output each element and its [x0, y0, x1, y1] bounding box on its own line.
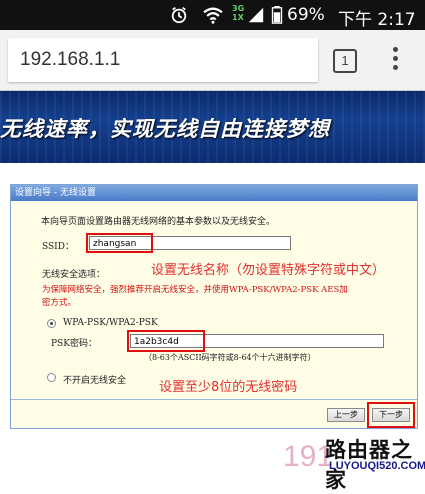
tab-switcher-button[interactable]: 1: [333, 49, 357, 73]
signal-icon: [248, 7, 264, 23]
battery-icon: [271, 6, 283, 24]
no-security-label: 不开启无线安全: [63, 376, 127, 386]
ssid-label: SSID：: [42, 242, 74, 252]
ssid-annotation: 设置无线名称（勿设置特殊字符或中文）: [151, 263, 386, 278]
clock: 下午 2:17: [338, 10, 416, 30]
alarm-icon: [171, 7, 187, 24]
intro-text: 本向导页面设置路由器无线网络的基本参数以及无线安全。: [41, 217, 276, 227]
psk-hint: （8-63个ASCII码字符或8-64个十六进制字符）: [144, 353, 316, 362]
no-security-radio[interactable]: [47, 373, 56, 382]
psk-annotation: 设置至少8位的无线密码: [159, 380, 298, 395]
network-type-label: 3G 1X: [232, 4, 245, 22]
security-options-label: 无线安全选项：: [42, 270, 106, 280]
panel-title: 设置向导 - 无线设置: [15, 188, 96, 198]
psk-label: PSK密码：: [51, 339, 97, 349]
prev-step-button[interactable]: 上一步: [327, 408, 365, 422]
next-button-highlight-box: [367, 402, 415, 428]
wpa-psk-label: WPA-PSK/WPA2-PSK: [63, 318, 158, 328]
router-banner: 无线速率，实现无线自由连接梦想: [0, 91, 425, 163]
watermark-domain: LUYOUQI520.COM: [329, 460, 425, 472]
panel-title-bar: 设置向导 - 无线设置: [11, 185, 417, 201]
address-bar[interactable]: 192.168.1.1: [8, 38, 318, 82]
ssid-highlight-box: [86, 233, 153, 253]
browser-toolbar: 192.168.1.1 1: [0, 30, 425, 91]
url-text: 192.168.1.1: [20, 49, 121, 70]
overflow-menu-icon[interactable]: [390, 47, 400, 73]
psk-highlight-box: [127, 330, 205, 352]
status-bar: 3G 1X 69% 下午 2:17: [0, 0, 425, 30]
wifi-icon: [203, 7, 223, 24]
banner-slogan: 无线速率，实现无线自由连接梦想: [0, 117, 330, 141]
battery-percent: 69%: [287, 5, 325, 25]
wpa-psk-radio[interactable]: [47, 319, 56, 328]
security-warning-line1: 为保障网络安全，强烈推荐开启无线安全，并使用WPA-PSK/WPA2-PSK A…: [42, 285, 348, 295]
wireless-setup-panel: 设置向导 - 无线设置 本向导页面设置路由器无线网络的基本参数以及无线安全。 S…: [10, 184, 418, 429]
security-warning-line2: 密方式。: [42, 298, 77, 308]
